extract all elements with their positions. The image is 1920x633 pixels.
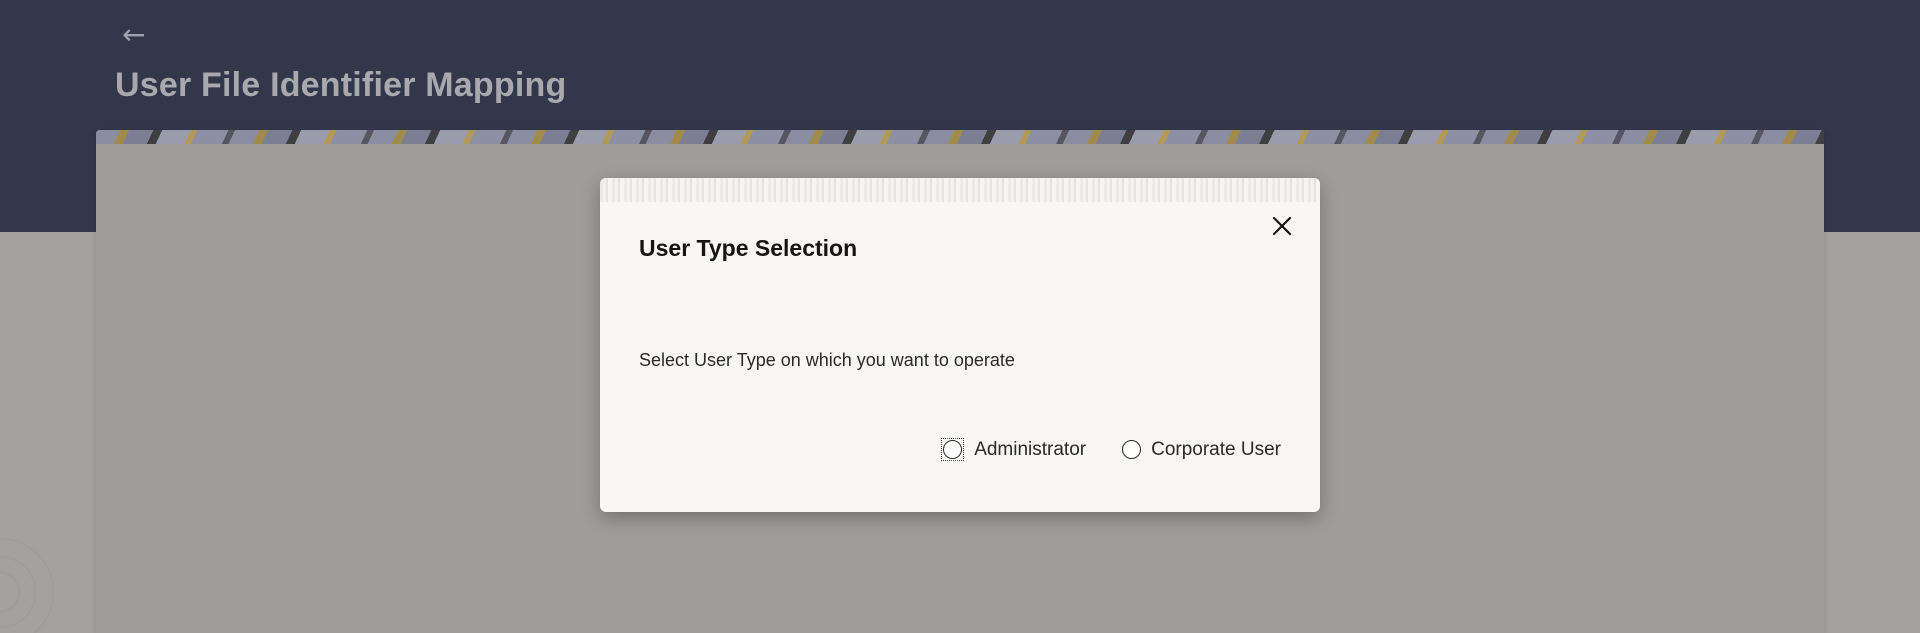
back-arrow-icon[interactable]: ← [122, 18, 152, 52]
user-type-selection-dialog: User Type Selection Select User Type on … [600, 178, 1320, 512]
modal-title: User Type Selection [639, 235, 858, 261]
modal-message: Select User Type on which you want to op… [639, 350, 1015, 370]
radio-label-administrator: Administrator [974, 438, 1087, 460]
radio-button-administrator[interactable] [943, 440, 963, 459]
page-title: User File Identifier Mapping [115, 66, 567, 104]
radio-option-corporate-user[interactable]: Corporate User [1122, 439, 1281, 461]
radio-focus-ring [941, 438, 965, 461]
user-type-radio-group: Administrator Corporate User [941, 438, 1281, 461]
radio-option-administrator[interactable]: Administrator [941, 438, 1086, 461]
modal-header-texture [600, 178, 1320, 202]
radio-label-corporate-user: Corporate User [1151, 438, 1281, 460]
radio-button-corporate-user[interactable] [1122, 440, 1142, 459]
close-icon[interactable] [1270, 214, 1294, 238]
close-icon-glyph [1272, 216, 1292, 236]
card-banner-pattern [96, 130, 1824, 144]
